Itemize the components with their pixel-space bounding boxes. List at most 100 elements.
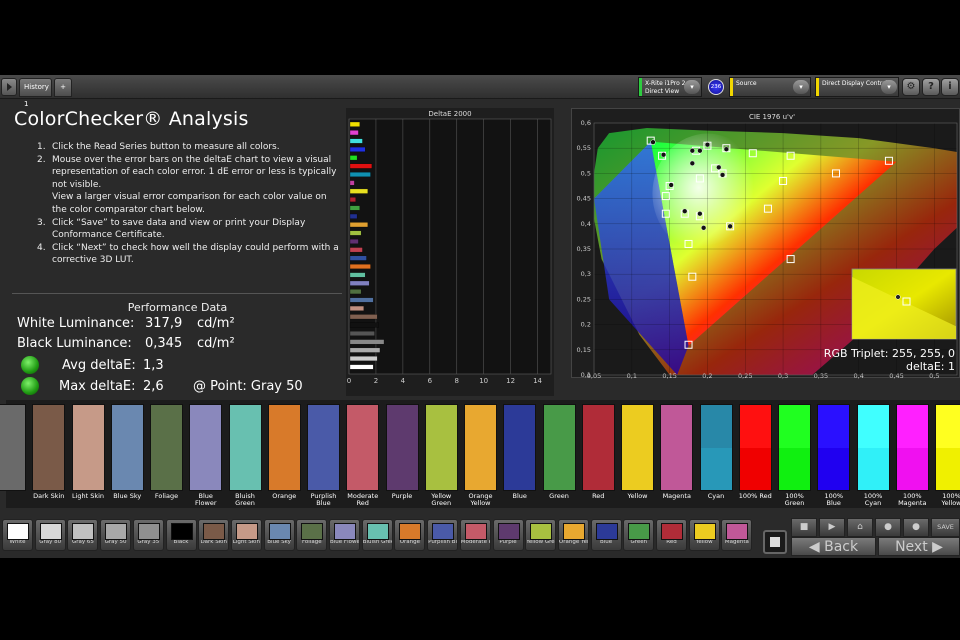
comparator-patch[interactable]: Yellow (621, 404, 654, 500)
patch-button-color (334, 523, 356, 540)
comparator-patch[interactable]: 100% Magenta (895, 404, 929, 507)
comparator-patch[interactable]: Bluish Green (228, 404, 262, 507)
patch-button[interactable]: Light Skin (230, 519, 262, 551)
max-deltae-point: @ Point: Gray 50 (193, 379, 303, 394)
patch-button[interactable]: Moderate Red (459, 519, 491, 551)
patch-swatch (424, 404, 458, 491)
white-luminance-label: White Luminance: (17, 316, 135, 331)
comparator-patch[interactable]: Cyan (699, 404, 733, 500)
patch-button[interactable]: Gray 80 (34, 519, 66, 551)
patch-label: Green (549, 492, 569, 500)
stop-button[interactable] (763, 530, 787, 554)
tab-history-1[interactable]: History 1 (19, 78, 52, 108)
comparator-patch[interactable]: 100% Blue (817, 404, 851, 507)
comparator-patch[interactable] (0, 404, 26, 493)
comparator-patch[interactable]: Orange (267, 404, 301, 500)
comparator-patch[interactable]: Purplish Blue (307, 404, 340, 507)
comparator-patch[interactable]: Dark Skin (32, 404, 66, 500)
patch-button-color (39, 523, 62, 540)
comparator-patch[interactable]: Orange Yellow (464, 404, 497, 507)
patch-button[interactable]: Foliage (296, 519, 328, 551)
patch-measured-color (661, 447, 693, 490)
patch-button-label: Yellow Green (526, 540, 555, 545)
patch-button-label: Gray 50 (104, 540, 127, 545)
comparator-patch[interactable]: Blue Flower (189, 404, 223, 507)
patch-button[interactable]: Gray 35 (132, 519, 164, 551)
measured-point (668, 182, 674, 188)
comparator-patch[interactable]: 100% Red (738, 404, 772, 500)
comparator-patch[interactable]: 100% Cyan (856, 404, 890, 507)
comparator-patch[interactable]: Light Skin (71, 404, 105, 500)
meter-dropdown[interactable]: X-Rite i1Pro 2 Direct View ▾ (638, 77, 702, 97)
add-tab-button[interactable]: + (54, 78, 72, 97)
patch-button[interactable]: Orange (394, 519, 426, 551)
next-button[interactable]: Next ▶ (878, 537, 960, 556)
patch-button[interactable]: Purplish Blue (427, 519, 459, 551)
patch-button[interactable]: Red (656, 519, 687, 551)
deltae-chart[interactable]: DeltaE 2000 0 2 4 6 8 10 12 14 (346, 108, 554, 396)
patch-button[interactable]: Blue Flower (329, 519, 360, 551)
patch-measured-color (347, 447, 379, 490)
play-button[interactable] (1, 78, 17, 96)
stop-icon (770, 537, 780, 547)
comparator-patch[interactable]: Foliage (150, 404, 183, 500)
stop-read-button[interactable]: ■ (791, 518, 817, 537)
record-button[interactable]: ● (875, 518, 901, 537)
patch-button[interactable]: White (2, 519, 33, 551)
chevron-down-icon: ▾ (881, 80, 897, 94)
comparator-patch[interactable]: Blue Sky (110, 404, 144, 500)
x-tick-label: 0,15 (662, 372, 676, 379)
next-label: Next (895, 539, 928, 555)
patch-button[interactable]: Gray 50 (100, 519, 132, 551)
read-button[interactable]: ▶ (819, 518, 845, 537)
deltae-bar (349, 314, 378, 320)
deltae-bar (349, 331, 375, 336)
patch-label: Bluish Green (235, 492, 255, 507)
patch-measured-color (425, 447, 457, 490)
patch-button[interactable]: Purple (492, 519, 524, 551)
display-dropdown[interactable]: Direct Display Control ▾ (815, 77, 899, 97)
patch-measured-color (582, 447, 614, 490)
source-dropdown[interactable]: Source ▾ (729, 77, 811, 97)
save-button[interactable]: SAVE (931, 518, 960, 537)
info-button[interactable]: i (941, 78, 959, 96)
max-deltae-value: 2,6 (143, 379, 164, 394)
cie-chart-panel[interactable]: CIE 1976 u'v' 0,05 0,1 0,15 0,2 0,25 0,3 0,35 0,… (571, 108, 960, 380)
patch-button[interactable]: Gray 65 (67, 519, 99, 551)
comparator-patch[interactable]: Yellow Green (424, 404, 458, 507)
patch-button[interactable]: Black (165, 519, 197, 551)
patch-measured-color (0, 447, 25, 490)
meter-badge[interactable]: 236 (708, 79, 724, 95)
loop-button[interactable]: ● (903, 518, 929, 537)
patch-button[interactable]: Dark Skin (198, 519, 230, 551)
patch-button[interactable]: Bluish Green (361, 519, 393, 551)
x-tick-label: 0,1 (627, 372, 637, 379)
patch-button[interactable]: Blue (590, 519, 622, 551)
comparator-patch[interactable]: 100% Yellow (935, 404, 960, 507)
comparator-patch[interactable]: Green (542, 404, 576, 500)
patch-button[interactable]: Yellow Green (525, 519, 557, 551)
comparator-patch[interactable]: Moderate Red (346, 404, 380, 507)
help-button[interactable]: ? (922, 78, 940, 96)
comparator-patch[interactable]: Purple (385, 404, 419, 500)
patch-button-label: Gray 80 (39, 540, 62, 545)
back-button[interactable]: ◀ Back (791, 537, 876, 556)
lock-button[interactable]: ⌂ (847, 518, 873, 537)
patch-target-color (308, 405, 339, 448)
patch-button[interactable]: Yellow (688, 519, 720, 551)
comparator-patch[interactable]: Magenta (660, 404, 694, 500)
cie-chart[interactable]: CIE 1976 u'v'0,05 0,1 0,15 0,2 0,25 0,3 0,35 0,… (572, 109, 960, 380)
patch-label: Blue Sky (113, 492, 142, 500)
help-icon: ? (928, 81, 934, 92)
patch-button[interactable]: Blue Sky (263, 519, 295, 551)
max-status-led-icon (21, 377, 39, 395)
patch-measured-color (779, 447, 810, 490)
patch-button[interactable]: Orange Yellow (557, 519, 589, 551)
patch-button[interactable]: Magenta (721, 519, 753, 551)
patch-button[interactable]: Green (623, 519, 655, 551)
comparator-patch[interactable]: 100% Green (778, 404, 811, 507)
settings-button[interactable]: ⚙ (902, 78, 920, 96)
comparator-patch[interactable]: Red (581, 404, 615, 500)
comparator-patch[interactable]: Blue (503, 404, 537, 500)
patch-target-color (111, 405, 143, 448)
